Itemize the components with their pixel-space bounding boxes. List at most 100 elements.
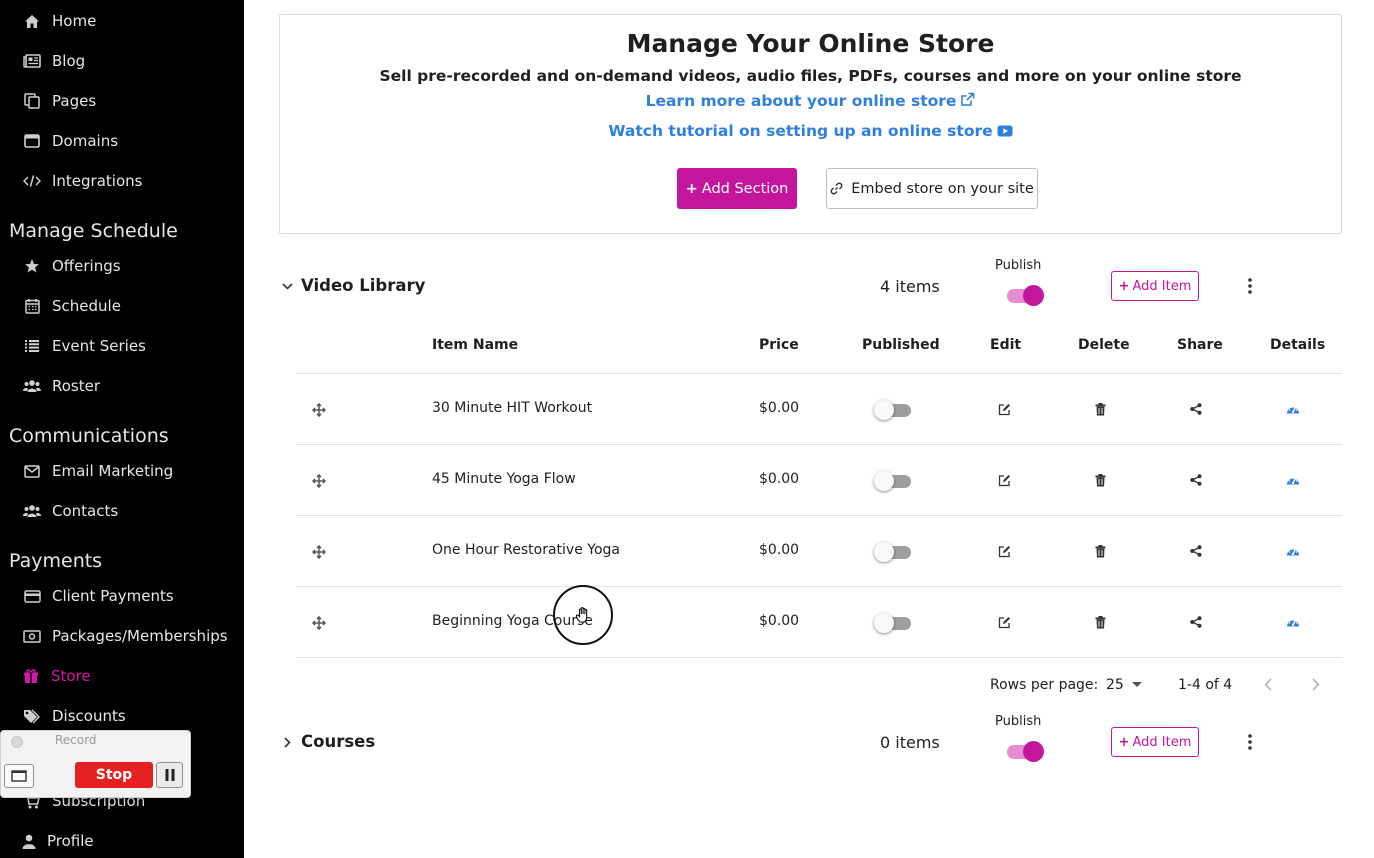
sidebar-item-label: Profile	[47, 832, 94, 850]
item-published-toggle[interactable]	[874, 541, 914, 563]
sidebar-item-offerings[interactable]: Offerings	[0, 246, 244, 286]
dashboard-icon[interactable]	[1286, 473, 1300, 487]
item-name: 45 Minute Yoga Flow	[432, 471, 576, 487]
rows-per-page-value: 25	[1106, 677, 1124, 693]
table-row: One Hour Restorative Yoga $0.00	[296, 515, 1342, 586]
sidebar-item-event-series[interactable]: Event Series	[0, 326, 244, 366]
share-icon[interactable]	[1189, 615, 1203, 629]
hand-cursor-icon	[575, 607, 588, 623]
link-icon	[830, 182, 843, 195]
column-header-item-name: Item Name	[432, 337, 519, 353]
drag-handle-icon[interactable]	[311, 544, 327, 560]
sidebar-item-integrations[interactable]: Integrations	[0, 161, 244, 201]
share-icon[interactable]	[1189, 544, 1203, 558]
chevron-right-icon	[1312, 677, 1320, 691]
sidebar-item-blog[interactable]: Blog	[0, 41, 244, 81]
add-item-label: Add Item	[1132, 734, 1192, 750]
edit-icon[interactable]	[997, 473, 1011, 487]
pause-recording-button[interactable]	[156, 762, 183, 788]
dashboard-icon[interactable]	[1286, 615, 1300, 629]
sidebar-item-contacts[interactable]: Contacts	[0, 491, 244, 531]
sidebar-item-domains[interactable]: Domains	[0, 121, 244, 161]
item-name: 30 Minute HIT Workout	[432, 400, 593, 416]
edit-icon[interactable]	[997, 544, 1011, 558]
add-item-button[interactable]: + Add Item	[1111, 271, 1199, 301]
sidebar-item-label: Client Payments	[52, 587, 174, 605]
column-header-share: Share	[1177, 337, 1223, 353]
item-published-toggle[interactable]	[874, 470, 914, 492]
sidebar-heading-communications: Communications	[9, 425, 169, 447]
pagination-range: 1-4 of 4	[1178, 677, 1233, 693]
section-menu-button[interactable]	[1241, 731, 1259, 753]
external-link-icon	[960, 92, 975, 111]
expand-section-button[interactable]	[280, 735, 294, 749]
section-menu-button[interactable]	[1241, 275, 1259, 297]
dashboard-icon[interactable]	[1286, 402, 1300, 416]
share-icon[interactable]	[1189, 402, 1203, 416]
sidebar-item-label: Discounts	[52, 707, 126, 725]
chevron-left-icon	[1264, 677, 1272, 691]
trash-icon[interactable]	[1093, 615, 1107, 629]
learn-more-link[interactable]: Learn more about your online store	[280, 92, 1341, 111]
users-icon	[23, 377, 41, 395]
drag-handle-icon[interactable]	[311, 473, 327, 489]
add-section-button[interactable]: + Add Section	[677, 168, 797, 209]
sidebar-item-client-payments[interactable]: Client Payments	[0, 576, 244, 616]
cursor-highlight	[553, 585, 613, 645]
stop-recording-button[interactable]: Stop	[75, 762, 153, 788]
section-publish-toggle[interactable]	[1006, 739, 1044, 763]
record-indicator-icon	[11, 736, 23, 748]
sidebar-item-label: Contacts	[52, 502, 119, 520]
sidebar-heading-manage-schedule: Manage Schedule	[9, 220, 178, 242]
table-row: Beginning Yoga Course $0.00	[296, 586, 1342, 657]
sidebar-item-profile[interactable]: Profile	[0, 821, 244, 858]
envelope-icon	[23, 462, 41, 480]
section-title: Courses	[301, 732, 376, 751]
trash-icon[interactable]	[1093, 544, 1107, 558]
plus-icon: +	[1118, 734, 1130, 750]
sidebar-item-roster[interactable]: Roster	[0, 366, 244, 406]
column-header-delete: Delete	[1078, 337, 1130, 353]
drag-handle-icon[interactable]	[311, 615, 327, 631]
publish-label: Publish	[995, 258, 1042, 273]
star-icon	[23, 257, 41, 275]
sidebar-item-packages-memberships[interactable]: Packages/Memberships	[0, 616, 244, 656]
edit-icon[interactable]	[997, 402, 1011, 416]
trash-icon[interactable]	[1093, 473, 1107, 487]
sidebar-item-label: Pages	[52, 92, 97, 110]
money-icon	[23, 627, 41, 645]
edit-icon[interactable]	[997, 615, 1011, 629]
dashboard-icon[interactable]	[1286, 544, 1300, 558]
previous-page-button[interactable]	[1259, 675, 1277, 693]
sidebar-item-pages[interactable]: Pages	[0, 81, 244, 121]
plus-icon: +	[1118, 278, 1130, 294]
rows-per-page-select[interactable]: 25	[1106, 675, 1142, 695]
tutorial-link-text: Watch tutorial on setting up an online s…	[608, 122, 993, 140]
window-select-button[interactable]	[4, 764, 34, 788]
trash-icon[interactable]	[1093, 402, 1107, 416]
add-item-button[interactable]: + Add Item	[1111, 727, 1199, 757]
section-title: Video Library	[301, 276, 426, 295]
code-icon	[23, 172, 41, 190]
recorder-title: Record	[55, 733, 97, 747]
item-published-toggle[interactable]	[874, 399, 914, 421]
section-publish-toggle[interactable]	[1006, 283, 1044, 307]
tags-icon	[23, 707, 41, 725]
sidebar-item-store[interactable]: Store	[0, 656, 244, 696]
sidebar-item-schedule[interactable]: Schedule	[0, 286, 244, 326]
chevron-down-icon	[281, 282, 293, 290]
embed-store-button[interactable]: Embed store on your site	[826, 168, 1038, 209]
table-row: 45 Minute Yoga Flow $0.00	[296, 444, 1342, 515]
next-page-button[interactable]	[1307, 675, 1325, 693]
share-icon[interactable]	[1189, 473, 1203, 487]
sidebar-item-home[interactable]: Home	[0, 1, 244, 41]
toggle-knob	[1023, 741, 1044, 762]
item-price: $0.00	[759, 400, 800, 416]
newspaper-icon	[23, 52, 41, 70]
item-published-toggle[interactable]	[874, 612, 914, 634]
item-name: One Hour Restorative Yoga	[432, 542, 620, 558]
tutorial-link[interactable]: Watch tutorial on setting up an online s…	[280, 122, 1341, 141]
collapse-section-button[interactable]	[280, 279, 294, 293]
drag-handle-icon[interactable]	[311, 402, 327, 418]
sidebar-item-email-marketing[interactable]: Email Marketing	[0, 451, 244, 491]
